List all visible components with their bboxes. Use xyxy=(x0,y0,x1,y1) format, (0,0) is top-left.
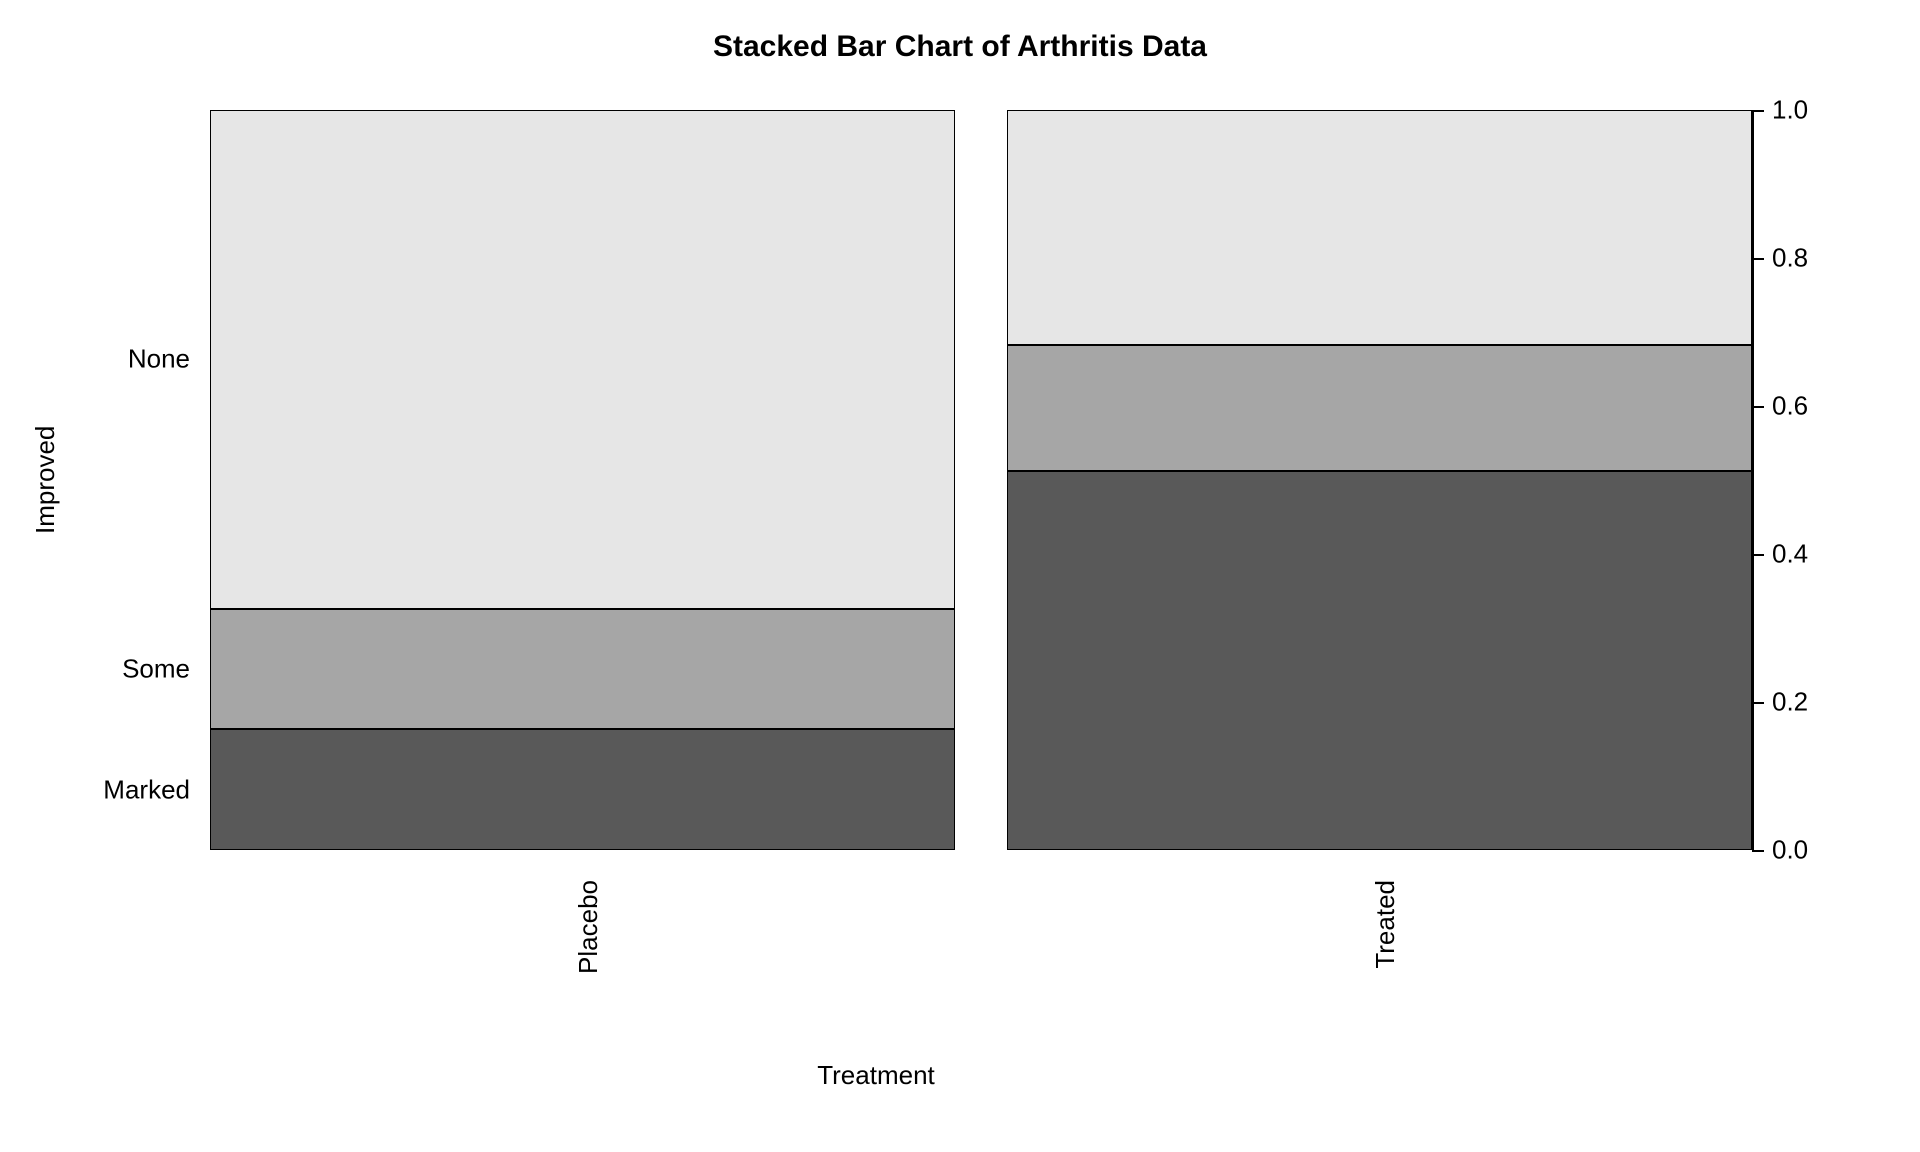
bar-placebo xyxy=(210,110,955,850)
y-tick xyxy=(1752,110,1764,112)
left-cat-label-marked: Marked xyxy=(10,775,190,806)
seg-placebo-some xyxy=(210,609,955,730)
y-tick-label: 0.4 xyxy=(1772,539,1808,570)
bar-treated xyxy=(1007,110,1752,850)
y-tick xyxy=(1752,258,1764,260)
y-tick-label: 0.2 xyxy=(1772,687,1808,718)
seg-treated-some xyxy=(1007,345,1752,471)
y-axis-title: Improved xyxy=(30,110,61,850)
seg-placebo-marked xyxy=(210,729,955,850)
seg-treated-none xyxy=(1007,110,1752,345)
y-tick-label: 0.6 xyxy=(1772,391,1808,422)
y-axis-line xyxy=(1752,110,1754,850)
plot-area xyxy=(210,110,1752,850)
left-cat-label-some: Some xyxy=(10,654,190,685)
y-axis: 0.0 0.2 0.4 0.6 0.8 1.0 xyxy=(1752,110,1872,850)
y-tick-label: 1.0 xyxy=(1772,95,1808,126)
y-tick xyxy=(1752,702,1764,704)
seg-placebo-none xyxy=(210,110,955,609)
chart-title: Stacked Bar Chart of Arthritis Data xyxy=(0,30,1920,64)
x-category-label-treated: Treated xyxy=(1370,880,1401,969)
x-category-label-placebo: Placebo xyxy=(573,880,604,974)
y-tick xyxy=(1752,850,1764,852)
y-tick xyxy=(1752,406,1764,408)
y-tick xyxy=(1752,554,1764,556)
y-tick-label: 0.0 xyxy=(1772,835,1808,866)
y-tick-label: 0.8 xyxy=(1772,243,1808,274)
left-cat-label-none: None xyxy=(10,344,190,375)
x-axis-title: Treatment xyxy=(0,1060,1752,1091)
seg-treated-marked xyxy=(1007,471,1752,850)
